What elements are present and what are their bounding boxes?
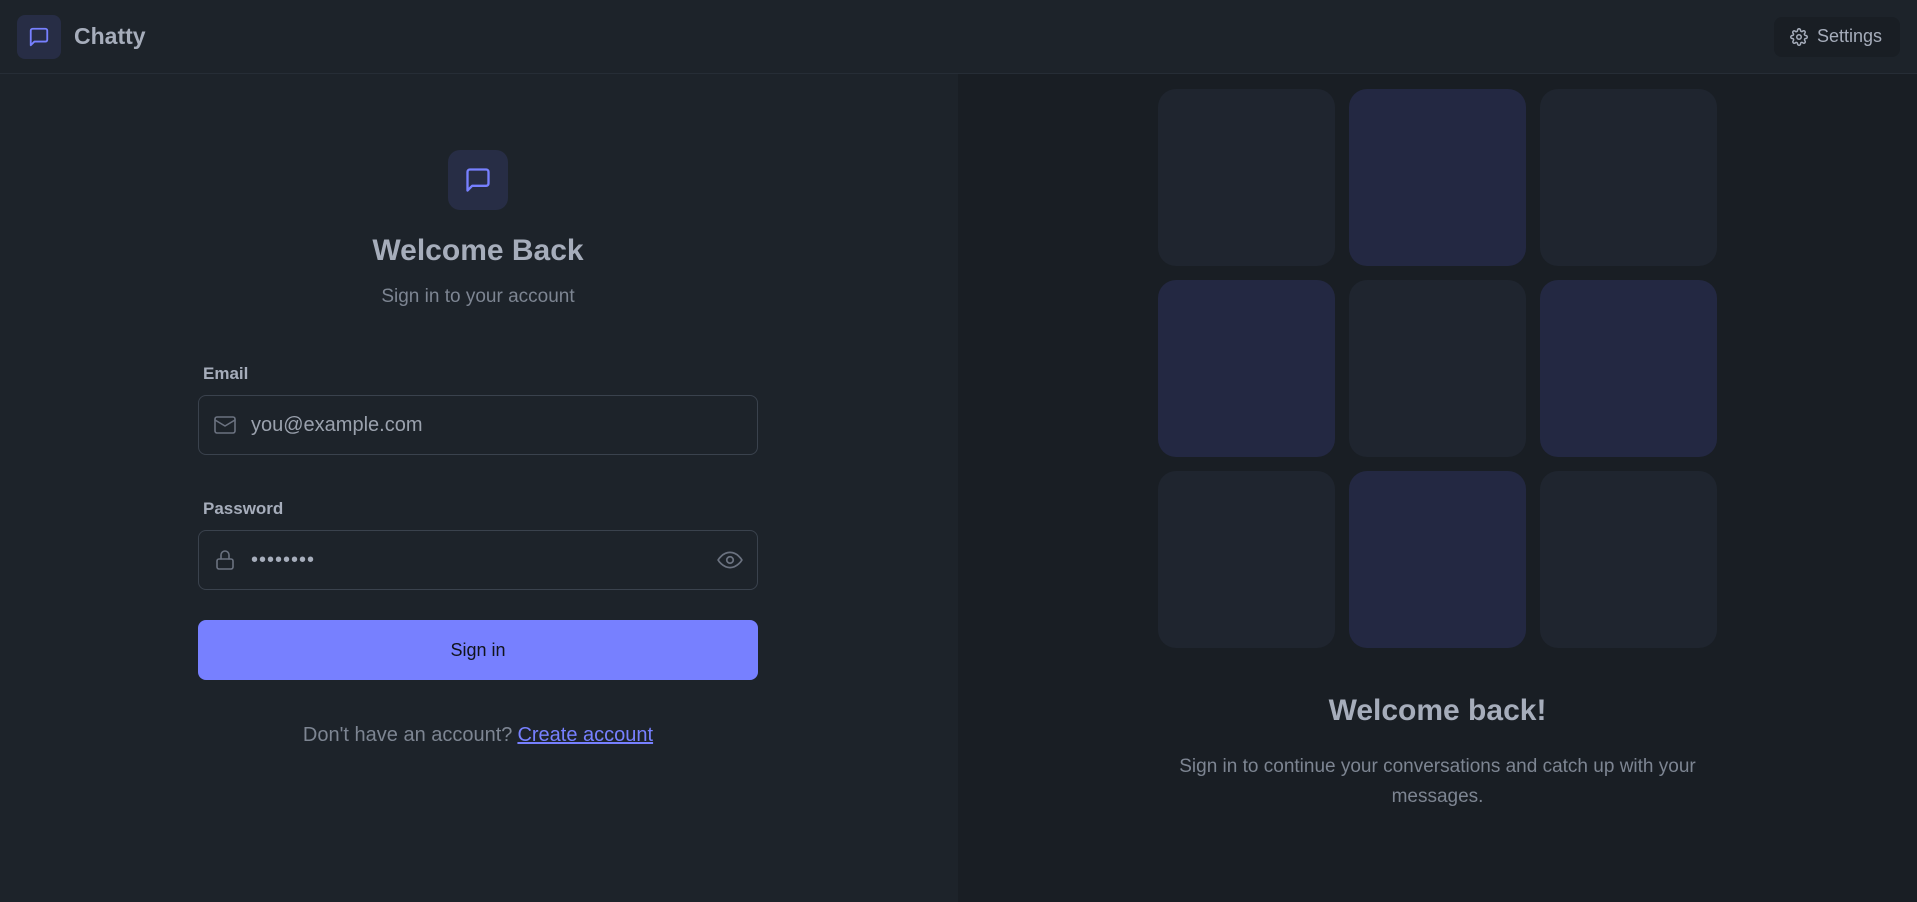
signup-prompt: Don't have an account? Create account — [0, 724, 956, 747]
decorative-tile — [1158, 89, 1335, 266]
decorative-tile — [1349, 280, 1526, 457]
promo-panel: Welcome back! Sign in to continue your c… — [958, 74, 1917, 902]
email-label: Email — [203, 364, 249, 383]
settings-label: Settings — [1816, 26, 1882, 46]
login-subtitle: Sign in to your account — [381, 286, 575, 307]
eye-icon[interactable] — [717, 547, 743, 573]
settings-button[interactable]: Settings — [1773, 16, 1900, 57]
sign-in-button[interactable]: Sign in — [198, 620, 758, 680]
promo-title: Welcome back! — [1328, 694, 1547, 727]
decorative-tile — [1540, 89, 1717, 266]
create-account-link[interactable]: Create account — [517, 724, 653, 746]
brand[interactable]: Chatty — [17, 14, 146, 59]
decorative-tile — [1349, 89, 1526, 266]
lock-icon — [216, 550, 234, 570]
signup-prompt-text: Don't have an account? — [302, 724, 513, 746]
message-square-icon — [466, 168, 490, 192]
email-field-wrapper — [198, 395, 758, 455]
navbar: Chatty Settings — [0, 0, 1917, 74]
app-name: Chatty — [74, 23, 146, 49]
decorative-tile — [1540, 471, 1717, 648]
decorative-tile — [1158, 280, 1335, 457]
password-field[interactable] — [249, 547, 717, 573]
promo-text: Sign in to continue your conversations a… — [1179, 756, 1696, 807]
login-title: Welcome Back — [372, 234, 584, 267]
decorative-tile — [1540, 280, 1717, 457]
email-field[interactable] — [249, 412, 743, 438]
message-square-icon — [29, 27, 49, 46]
decorative-tile — [1158, 471, 1335, 648]
gear-icon — [1790, 27, 1808, 46]
mail-icon — [214, 416, 236, 434]
login-logo — [448, 150, 508, 210]
decorative-tile — [1349, 471, 1526, 648]
login-panel: Welcome Back Sign in to your account Ema… — [0, 74, 958, 902]
password-field-wrapper — [198, 530, 758, 590]
password-label: Password — [203, 499, 284, 518]
brand-logo — [17, 14, 61, 59]
